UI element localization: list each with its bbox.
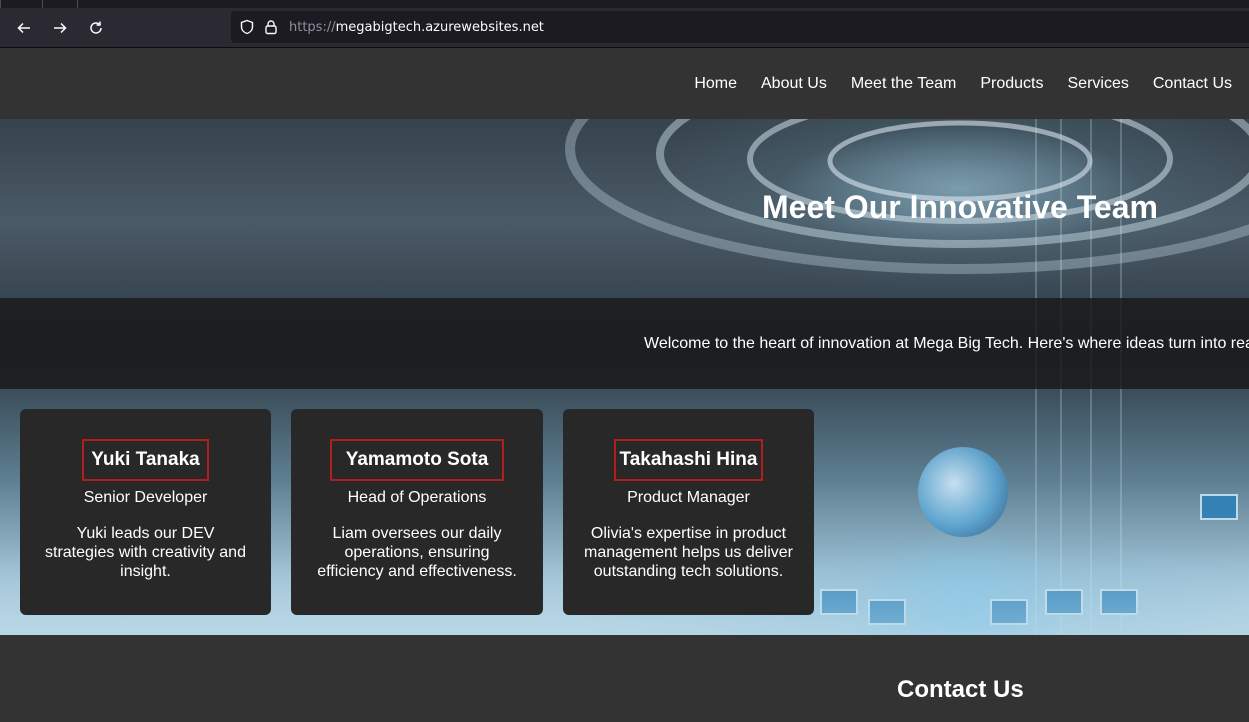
member-name: Yamamoto Sota <box>329 439 505 481</box>
hero-title: Meet Our Innovative Team <box>762 189 1158 225</box>
team-card: Yuki Tanaka Senior Developer Yuki leads … <box>20 409 271 615</box>
forward-arrow-icon[interactable] <box>42 10 78 46</box>
member-description: Liam oversees our daily operations, ensu… <box>317 525 517 580</box>
site-header: Home About Us Meet the Team Products Ser… <box>0 48 1249 119</box>
lock-icon[interactable] <box>263 19 279 35</box>
welcome-band: Welcome to the heart of innovation at Me… <box>0 298 1249 389</box>
browser-tabstrip <box>0 0 1249 8</box>
member-name: Takahashi Hina <box>613 439 764 481</box>
monitor-image <box>1200 494 1238 520</box>
hero-section: Meet Our Innovative Team Welcome to the … <box>0 119 1249 635</box>
hero-title-wrap: Meet Our Innovative Team <box>0 189 1249 226</box>
member-role: Senior Developer <box>83 489 208 506</box>
url-bar[interactable]: https://megabigtech.azurewebsites.net <box>231 11 1249 43</box>
member-description: Yuki leads our DEV strategies with creat… <box>45 525 246 580</box>
team-card: Yamamoto Sota Head of Operations Liam ov… <box>291 409 543 615</box>
shield-icon[interactable] <box>239 19 255 35</box>
welcome-text: Welcome to the heart of innovation at Me… <box>644 334 1249 352</box>
contact-title: Contact Us <box>897 676 1024 703</box>
member-description: Olivia's expertise in product management… <box>583 525 793 580</box>
nav-home[interactable]: Home <box>694 75 737 93</box>
nav-contact-us[interactable]: Contact Us <box>1153 75 1232 93</box>
hologram-globe-image <box>918 447 1008 537</box>
url-protocol: https:// <box>289 19 336 35</box>
member-role: Product Manager <box>627 489 750 506</box>
team-cards: Yuki Tanaka Senior Developer Yuki leads … <box>20 409 814 615</box>
tab-separator <box>0 0 1 8</box>
tab-separator <box>77 0 78 8</box>
tab-separator <box>42 0 43 8</box>
nav-services[interactable]: Services <box>1068 75 1129 93</box>
url-text[interactable]: https://megabigtech.azurewebsites.net <box>289 20 544 35</box>
back-arrow-icon[interactable] <box>6 10 42 46</box>
contact-section: Contact Us <box>0 635 1249 722</box>
url-host: megabigtech.azurewebsites.net <box>335 19 544 35</box>
member-role: Head of Operations <box>347 489 487 506</box>
nav-about-us[interactable]: About Us <box>761 75 827 93</box>
nav-products[interactable]: Products <box>980 75 1043 93</box>
team-card: Takahashi Hina Product Manager Olivia's … <box>563 409 814 615</box>
reload-icon[interactable] <box>78 10 114 46</box>
member-name: Yuki Tanaka <box>82 439 209 481</box>
nav-meet-the-team[interactable]: Meet the Team <box>851 75 957 93</box>
